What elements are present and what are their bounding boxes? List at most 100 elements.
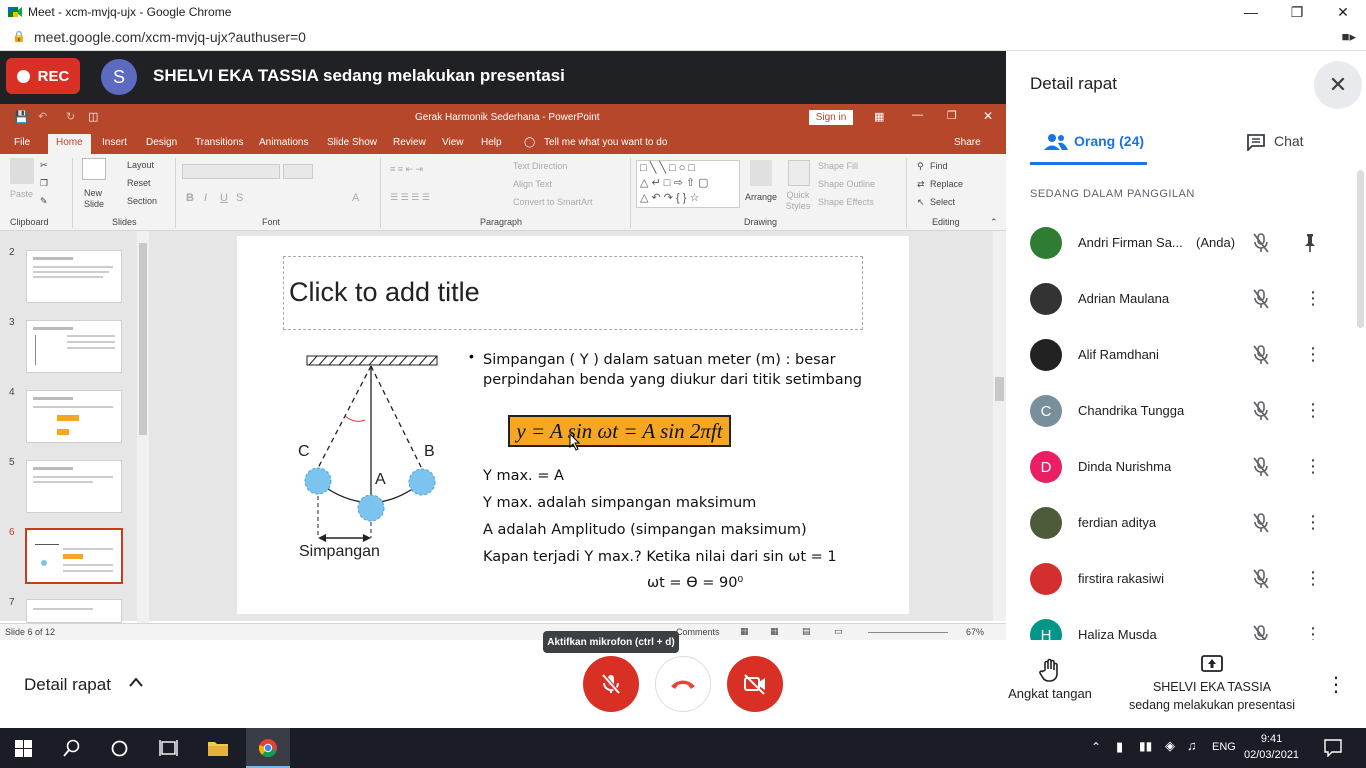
find-button[interactable]: Find (930, 161, 948, 171)
bold-icon[interactable]: B (186, 192, 194, 204)
panel-scrollbar[interactable] (1357, 170, 1364, 328)
signin-button[interactable]: Sign in (809, 110, 853, 125)
participant-row[interactable]: C Chandrika Tungga ⋮ (1006, 383, 1356, 439)
restore-button[interactable]: ❐ (1274, 0, 1320, 24)
tell-me-box[interactable]: Tell me what you want to do (544, 137, 667, 148)
mic-muted-icon[interactable] (1252, 457, 1270, 477)
select-icon[interactable]: ↖ (917, 197, 925, 208)
shape-outline-button[interactable]: Shape Outline (818, 179, 875, 189)
font-color-icon[interactable]: A (352, 192, 359, 204)
mic-muted-icon[interactable] (1252, 345, 1270, 365)
tray-chevron-icon[interactable]: ⌃ (1091, 740, 1101, 754)
participant-row[interactable]: Andri Firman Sa... (Anda) (1006, 215, 1356, 271)
slide-scrollbar[interactable] (993, 231, 1006, 621)
strike-icon[interactable]: S (236, 192, 243, 204)
cortana-icon[interactable] (111, 740, 128, 757)
save-icon[interactable]: 💾 (14, 110, 29, 124)
paste-button[interactable]: Paste (10, 189, 33, 199)
quick-styles-icon[interactable] (788, 160, 810, 186)
new-slide-icon[interactable] (82, 158, 106, 180)
replace-button[interactable]: Replace (930, 179, 963, 189)
arrange-icon[interactable] (750, 160, 772, 186)
mic-tray-icon[interactable]: ▮ (1116, 739, 1123, 755)
ppt-minimize-button[interactable]: — (912, 109, 923, 121)
network-icon[interactable]: ◈ (1165, 738, 1175, 754)
tab-people[interactable]: Orang (24) (1030, 133, 1147, 165)
participant-row[interactable]: Adrian Maulana ⋮ (1006, 271, 1356, 327)
participant-more-icon[interactable]: ⋮ (1304, 288, 1322, 310)
close-window-button[interactable]: ✕ (1320, 0, 1366, 24)
view-reading-icon[interactable]: ▤ (802, 626, 811, 637)
language-indicator[interactable]: ENG (1212, 741, 1236, 753)
quick-styles-button[interactable]: Quick Styles (784, 190, 812, 212)
slide-thumbnail-active[interactable] (25, 528, 123, 584)
tab-help[interactable]: Help (481, 137, 502, 148)
view-sorter-icon[interactable]: ▦ (770, 626, 779, 637)
slide-thumbnail[interactable] (26, 460, 122, 513)
participant-more-icon[interactable]: ⋮ (1304, 344, 1322, 366)
comments-button[interactable]: Comments (676, 627, 720, 637)
view-normal-icon[interactable]: ▦ (740, 626, 749, 637)
slide-canvas[interactable]: Click to add title C A B Simpangan • Sim… (237, 236, 909, 614)
slide-thumbnail[interactable] (26, 250, 122, 303)
align-text-button[interactable]: Align Text (513, 179, 552, 189)
tab-design[interactable]: Design (146, 137, 177, 148)
leave-call-button[interactable] (655, 656, 711, 712)
slide-thumbnail[interactable] (26, 320, 122, 373)
thumbs-scrollbar[interactable] (137, 231, 149, 623)
chrome-taskbar-button[interactable] (246, 728, 290, 768)
shape-effects-button[interactable]: Shape Effects (818, 197, 874, 207)
font-size-input[interactable] (283, 164, 313, 179)
ppt-close-button[interactable]: ✕ (983, 109, 993, 123)
mic-muted-icon[interactable] (1252, 513, 1270, 533)
zoom-slider[interactable] (868, 632, 948, 633)
presenting-status[interactable]: SHELVI EKA TASSIA sedang melakukan prese… (1118, 654, 1306, 714)
participant-row[interactable]: D Dinda Nurishma ⋮ (1006, 439, 1356, 495)
mic-muted-icon[interactable] (1252, 233, 1270, 253)
font-name-input[interactable] (182, 164, 280, 179)
shape-fill-button[interactable]: Shape Fill (818, 161, 858, 171)
undo-icon[interactable]: ↶ (38, 110, 47, 123)
present-icon[interactable]: ◫ (88, 110, 98, 123)
url-text[interactable]: meet.google.com/xcm-mvjq-ujx?authuser=0 (34, 29, 306, 45)
task-view-icon[interactable] (159, 739, 178, 757)
tab-file[interactable]: File (14, 137, 30, 148)
find-icon[interactable]: ⚲ (917, 161, 924, 172)
title-placeholder[interactable]: Click to add title (283, 256, 863, 330)
more-options-button[interactable]: ⋮ (1326, 672, 1346, 697)
clock[interactable]: 9:41 02/03/2021 (1244, 731, 1299, 763)
align-icons[interactable]: ☰ ☰ ☰ ☰ (390, 192, 430, 203)
copy-icon[interactable]: ❐ (40, 178, 48, 189)
redo-icon[interactable]: ↻ (66, 110, 75, 123)
meeting-details-button[interactable]: Detail rapat (24, 675, 111, 695)
ppt-restore-button[interactable]: ❐ (947, 109, 957, 122)
file-explorer-icon[interactable] (207, 739, 229, 757)
camera-icon[interactable]: ■▸ (1342, 29, 1356, 45)
tab-view[interactable]: View (442, 137, 464, 148)
tab-transitions[interactable]: Transitions (195, 137, 244, 148)
raise-hand-button[interactable]: Angkat tangan (1004, 658, 1096, 701)
battery-icon[interactable]: ▮▮ (1139, 739, 1152, 753)
layout-button[interactable]: Layout (127, 160, 154, 170)
zoom-level[interactable]: 67% (966, 627, 984, 637)
participant-more-icon[interactable]: ⋮ (1304, 568, 1322, 590)
collapse-ribbon-icon[interactable]: ⌃ (990, 217, 998, 228)
shapes-gallery[interactable]: □ ╲ ╲ □ ○ □ △ ↵ □ ⇨ ⇧ ▢ △ ↶ ↷ { } ☆ (636, 160, 740, 208)
slide-thumbnail[interactable] (26, 599, 122, 623)
tab-animations[interactable]: Animations (259, 137, 308, 148)
participant-more-icon[interactable]: ⋮ (1304, 512, 1322, 534)
slide-thumbnails-pane[interactable]: 2 3 4 5 6 7 (0, 231, 150, 623)
close-panel-button[interactable]: ✕ (1314, 61, 1362, 109)
participant-more-icon[interactable]: ⋮ (1304, 400, 1322, 422)
paste-icon[interactable] (10, 158, 34, 184)
mic-muted-icon[interactable] (1252, 401, 1270, 421)
volume-icon[interactable]: ♫ (1187, 738, 1197, 753)
minimize-button[interactable]: — (1228, 0, 1274, 24)
arrange-button[interactable]: Arrange (745, 192, 777, 202)
participant-more-icon[interactable]: ⋮ (1304, 456, 1322, 478)
windows-start-icon[interactable] (15, 740, 32, 757)
participant-row[interactable]: ferdian aditya ⋮ (1006, 495, 1356, 551)
slide-thumbnail[interactable] (26, 390, 122, 443)
mic-muted-icon[interactable] (1252, 289, 1270, 309)
italic-icon[interactable]: I (204, 192, 207, 204)
